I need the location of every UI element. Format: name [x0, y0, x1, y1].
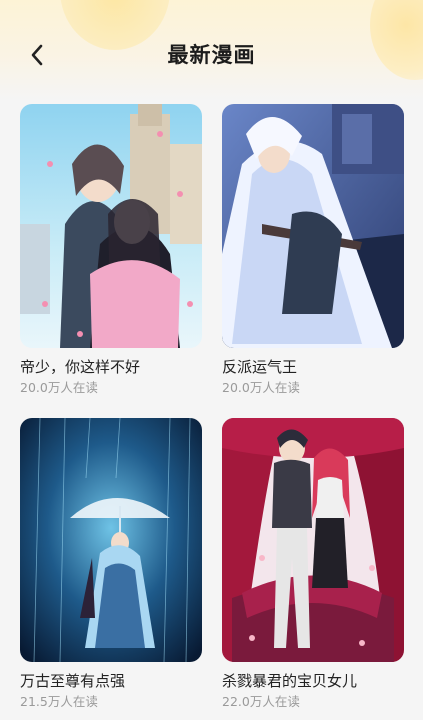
comic-reader-count: 20.0万人在读	[222, 380, 300, 395]
top-bar: 最新漫画	[0, 0, 423, 100]
comic-cover-image[interactable]	[222, 104, 404, 348]
page-title: 最新漫画	[167, 43, 256, 67]
comic-card[interactable]: 杀戮暴君的宝贝女儿 22.0万人在读	[222, 418, 404, 710]
comic-title[interactable]: 反派运气王	[222, 357, 404, 377]
comic-title[interactable]: 杀戮暴君的宝贝女儿	[222, 671, 404, 691]
comic-cover-image[interactable]	[20, 418, 202, 662]
comic-card[interactable]: 反派运气王 20.0万人在读	[222, 104, 404, 396]
comic-card[interactable]: 帝少，你这样不好 20.0万人在读	[20, 104, 202, 396]
comic-title[interactable]: 帝少，你这样不好	[20, 357, 202, 377]
comic-reader-count: 20.0万人在读	[20, 380, 98, 395]
comic-reader-count: 21.5万人在读	[20, 694, 98, 709]
comic-cover-image[interactable]	[222, 418, 404, 662]
comic-reader-count: 22.0万人在读	[222, 694, 300, 709]
comic-card[interactable]: 万古至尊有点强 21.5万人在读	[20, 418, 202, 710]
comic-cover-image[interactable]	[20, 104, 202, 348]
comic-title[interactable]: 万古至尊有点强	[20, 671, 202, 691]
